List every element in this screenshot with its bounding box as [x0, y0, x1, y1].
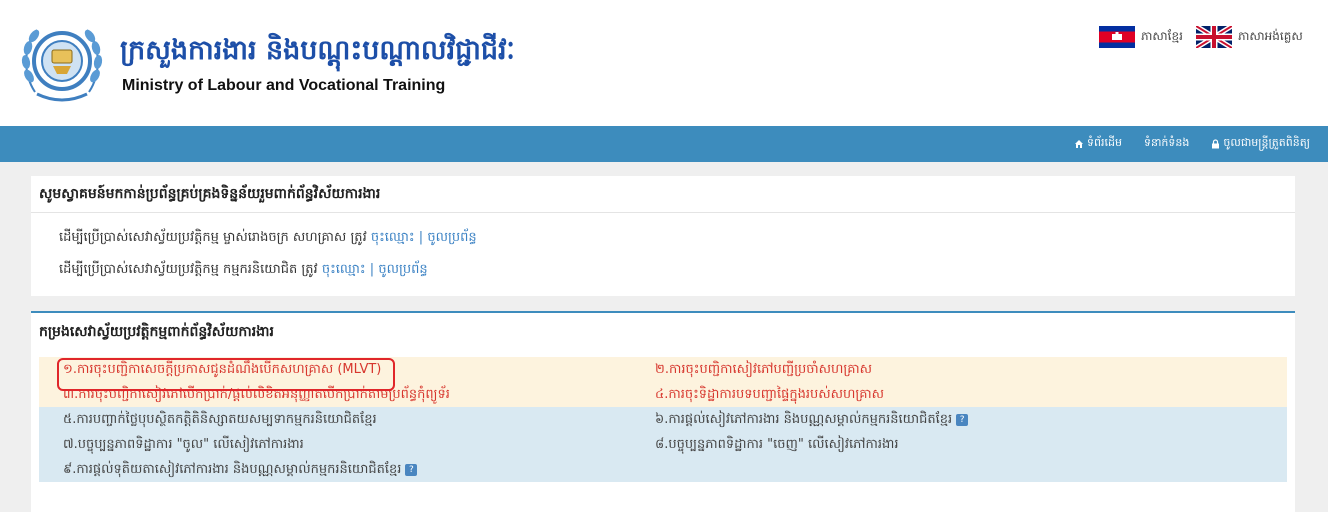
home-icon [1075, 140, 1084, 148]
service-5-link[interactable]: ៥.ការបញ្ចាក់ថ្លៃបុបស្ថិតកត្តិតិនិស្សាតយស… [63, 411, 377, 430]
service-6-item: ៦.ការផ្តល់សៀវភៅការងារ និងបណ្ណសម្គាល់កម្ម… [655, 411, 969, 430]
nav-login-link[interactable]: ចូលជាមន្ត្រីត្រួតពិនិត្យ [1211, 136, 1310, 152]
nav-home-link[interactable]: ទំព័រដើម [1074, 136, 1122, 152]
service-8-link[interactable]: ៨.បច្ចុប្បន្នភាពទិដ្ឋាការ "ចេញ" លើសៀវភៅក… [655, 436, 898, 455]
employee-notice: ដើម្បីប្រើប្រាស់សេវាស្វ័យប្រវត្តិកម្ម កម… [59, 261, 428, 280]
service-4-link[interactable]: ៤.ការចុះទិដ្ឋាការបទបញ្ជាផ្ទៃក្នុងរបស់សហគ… [655, 386, 884, 405]
service-7-link[interactable]: ៧.បច្ចុប្បន្នភាពទិដ្ឋាការ "ចូល" លើសៀវភៅក… [63, 436, 304, 455]
service-2-link[interactable]: ២.ការចុះបញ្ជិកាសៀវភៅបញ្ជីប្រចាំសហគ្រាស [655, 361, 872, 380]
cambodia-flag-icon [1099, 26, 1135, 48]
employer-notice-text: ដើម្បីប្រើប្រាស់សេវាស្វ័យប្រវត្តិកម្ម ម្… [59, 230, 367, 245]
page: ក្រសួងការងារ និងបណ្តុះបណ្តាលវិជ្ជាជីវៈ M… [0, 0, 1328, 512]
main-nav: ទំព័រដើម ទំនាក់ទំនង ចូលជាមន្ត្រីត្រួតពិន… [0, 126, 1328, 162]
service-9-link[interactable]: ៩.ការផ្តល់ទុតិយតាសៀវភៅការងារ និងបណ្ណសម្គ… [63, 462, 401, 477]
service-9-item: ៩.ការផ្តល់ទុតិយតាសៀវភៅការងារ និងបណ្ណសម្គ… [63, 461, 418, 480]
service-row: ៥.ការបញ្ចាក់ថ្លៃបុបស្ថិតកត្តិតិនិស្សាតយស… [39, 407, 1287, 432]
employee-login-link[interactable]: ចូលប្រព័ន្ធ [378, 262, 427, 277]
nav-home-label: ទំព័រដើម [1087, 136, 1122, 149]
service-row: ៣.ការចុះបញ្ជិកាសៀវភៅបើកប្រាក់/ផ្តល់លិខិត… [39, 382, 1287, 407]
employee-notice-text: ដើម្បីប្រើប្រាស់សេវាស្វ័យប្រវត្តិកម្ម កម… [59, 262, 318, 277]
services-list: ១.ការចុះបញ្ជិកាសេចក្តីប្រកាសជូនដំណឹងបើកស… [39, 357, 1287, 482]
welcome-heading: សូមស្វាគមន៍មកកាន់ប្រព័ន្ធគ្រប់គ្រងទិន្នន… [39, 186, 381, 202]
employer-register-link[interactable]: ចុះឈ្មោះ [371, 230, 415, 245]
service-6-link[interactable]: ៦.ការផ្តល់សៀវភៅការងារ និងបណ្ណសម្គាល់កម្ម… [655, 412, 952, 427]
help-icon[interactable]: ? [956, 413, 969, 426]
language-english-label: ភាសាអង់គ្លេស [1238, 29, 1303, 43]
nav-contact-link[interactable]: ទំនាក់ទំនង [1144, 136, 1189, 152]
nav-contact-label: ទំនាក់ទំនង [1143, 136, 1190, 149]
language-english-link[interactable]: ភាសាអង់គ្លេស [1196, 26, 1303, 48]
nav-login-label: ចូលជាមន្ត្រីត្រួតពិនិត្យ [1223, 136, 1310, 149]
help-icon[interactable]: ? [405, 463, 418, 476]
lock-icon [1212, 139, 1220, 149]
ministry-title-khmer: ក្រសួងការងារ និងបណ្តុះបណ្តាលវិជ្ជាជីវៈ [120, 35, 515, 66]
employer-notice: ដើម្បីប្រើប្រាស់សេវាស្វ័យប្រវត្តិកម្ម ម្… [59, 229, 477, 248]
uk-flag-icon [1196, 26, 1232, 48]
separator: | [418, 230, 424, 245]
service-row: ១.ការចុះបញ្ជិកាសេចក្តីប្រកាសជូនដំណឹងបើកស… [39, 357, 1287, 382]
ministry-logo[interactable] [19, 14, 105, 108]
service-3-link[interactable]: ៣.ការចុះបញ្ជិកាសៀវភៅបើកប្រាក់/ផ្តល់លិខិត… [63, 386, 450, 405]
divider [31, 212, 1295, 213]
language-khmer-link[interactable]: ភាសាខ្មែរ [1099, 26, 1183, 48]
services-heading: កម្រងសេវាស្វ័យប្រវត្តិកម្មពាក់ព័ន្ធវិស័យ… [39, 324, 274, 340]
employee-register-link[interactable]: ចុះឈ្មោះ [322, 262, 366, 277]
service-row: ៩.ការផ្តល់ទុតិយតាសៀវភៅការងារ និងបណ្ណសម្គ… [39, 457, 1287, 482]
language-khmer-label: ភាសាខ្មែរ [1141, 29, 1183, 43]
site-header: ក្រសួងការងារ និងបណ្តុះបណ្តាលវិជ្ជាជីវៈ M… [0, 0, 1328, 126]
services-panel: កម្រងសេវាស្វ័យប្រវត្តិកម្មពាក់ព័ន្ធវិស័យ… [31, 311, 1295, 512]
separator: | [369, 262, 375, 277]
service-1-link[interactable]: ១.ការចុះបញ្ជិកាសេចក្តីប្រកាសជូនដំណឹងបើកស… [63, 361, 381, 380]
welcome-panel: សូមស្វាគមន៍មកកាន់ប្រព័ន្ធគ្រប់គ្រងទិន្នន… [31, 176, 1295, 296]
employer-login-link[interactable]: ចូលប្រព័ន្ធ [427, 230, 476, 245]
service-row: ៧.បច្ចុប្បន្នភាពទិដ្ឋាការ "ចូល" លើសៀវភៅក… [39, 432, 1287, 457]
ministry-title-english: Ministry of Labour and Vocational Traini… [122, 77, 446, 94]
